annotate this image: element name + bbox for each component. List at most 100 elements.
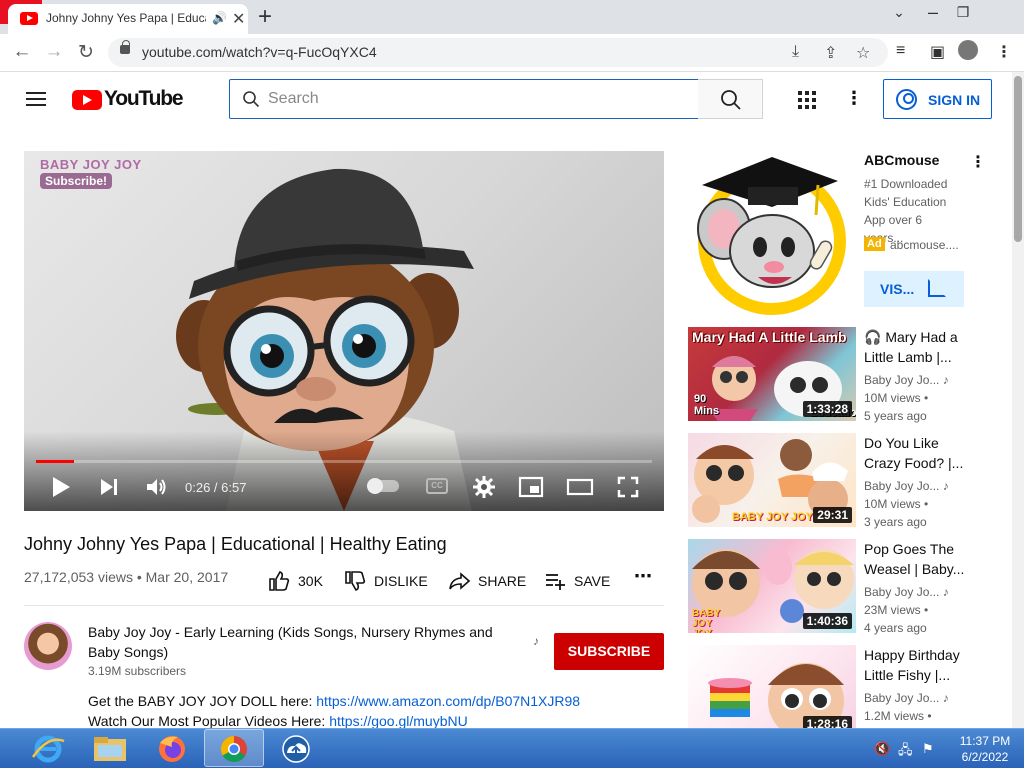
video-player[interactable]: BABY JOY JOY Subscribe! 0:26 / 6:57 CC (24, 151, 664, 511)
action-center-flag-icon[interactable]: ⚑ (922, 741, 934, 757)
recommendation-views: 23M views • (864, 603, 929, 617)
divider (24, 605, 664, 606)
lock-icon (120, 40, 130, 54)
subscribe-button[interactable]: SUBSCRIBE (554, 633, 664, 670)
video-progress-bar[interactable] (36, 460, 652, 463)
media-control-icon[interactable]: ≡ (896, 42, 905, 60)
address-bar[interactable]: youtube.com/watch?v=q-FucOqYXC4 ⤓ ⇪ ☆ (108, 38, 888, 67)
theater-mode-icon[interactable] (566, 475, 594, 499)
channel-text: Baby Joy Jo... (864, 373, 940, 387)
autoplay-toggle[interactable] (367, 478, 399, 494)
scrollbar-thumb[interactable] (1014, 76, 1022, 242)
fullscreen-icon[interactable] (616, 475, 640, 499)
recommendation-thumbnail[interactable]: BABY JOY JOY 29:31 (688, 433, 856, 527)
internet-explorer-icon[interactable] (28, 733, 68, 765)
channel-name[interactable]: Baby Joy Joy - Early Learning (Kids Song… (88, 622, 528, 662)
sign-in-button[interactable]: SIGN IN (883, 79, 992, 119)
controls-gradient (24, 431, 664, 511)
clock-date: 6/2/2022 (961, 750, 1009, 764)
thumbnail-caption: Mary Had A Little Lamb (692, 329, 847, 345)
channel-text: Baby Joy Jo... (864, 585, 940, 599)
recommendation-title[interactable]: Do You Like Crazy Food? |... (864, 433, 968, 473)
back-button[interactable]: ← (10, 41, 34, 63)
reload-button[interactable]: ↻ (74, 41, 98, 64)
recommendation-thumbnail[interactable]: Mary Had A Little Lamb 90 Mins Education… (688, 327, 856, 421)
ad-title[interactable]: ABCmouse (864, 152, 939, 168)
close-tab-icon[interactable]: ✕ (232, 9, 245, 29)
settings-more-icon[interactable]: ⋮ (845, 88, 863, 109)
more-actions-icon[interactable]: ⋯ (634, 566, 652, 587)
recommendation-title[interactable]: Pop Goes The Weasel | Baby... (864, 539, 968, 579)
guide-menu-icon[interactable] (26, 92, 46, 106)
browser-tab[interactable]: Johny Johny Yes Papa | Educational 🔊 ✕ (8, 4, 248, 34)
visit-site-button[interactable]: VIS... (864, 271, 964, 307)
settings-gear-icon[interactable] (472, 475, 496, 499)
abcmouse-mascot-image (697, 157, 846, 315)
firefox-icon[interactable] (152, 733, 192, 765)
network-app-icon[interactable] (276, 733, 316, 765)
browser-tab-strip: Johny Johny Yes Papa | Educational 🔊 ✕ +… (0, 0, 1024, 34)
youtube-logo-text[interactable]: YouTube (104, 87, 184, 111)
recommendation-title[interactable]: Happy Birthday Little Fishy |... (864, 645, 968, 685)
search-input[interactable] (268, 87, 688, 111)
profile-avatar-icon[interactable] (958, 40, 978, 60)
volume-icon[interactable] (144, 475, 168, 499)
recommendation-channel[interactable]: Baby Joy Jo... ♪ (864, 691, 949, 705)
minimize-button[interactable]: – (918, 2, 948, 23)
save-button[interactable]: SAVE (544, 570, 610, 592)
music-note-icon: ♪ (533, 634, 539, 648)
thumbs-up-icon (269, 571, 290, 591)
recommendation-thumbnail[interactable]: 1:28:16 (688, 645, 856, 728)
description-text: Get the BABY JOY JOY DOLL here: (88, 693, 317, 709)
browser-menu-icon[interactable]: ⋮ (996, 42, 1012, 62)
file-explorer-icon[interactable] (90, 733, 130, 765)
thumbnail-caption: BABY JOY JOY (732, 511, 813, 523)
forward-button[interactable]: → (42, 41, 66, 63)
recommendation-thumbnail[interactable]: BABY JOY JOY 1:40:36 (688, 539, 856, 633)
thumbnail-caption: BABY JOY JOY (692, 608, 721, 634)
recommendation-title[interactable]: 🎧 Mary Had a Little Lamb |... (864, 327, 968, 367)
recommendation-age: 3 years ago (864, 515, 927, 529)
dislike-button[interactable]: DISLIKE (344, 570, 428, 592)
account-icon (896, 89, 917, 110)
channel-watermark[interactable]: BABY JOY JOY Subscribe! (40, 157, 142, 190)
next-video-icon[interactable] (98, 475, 120, 499)
video-duration: 1:40:36 (802, 613, 852, 629)
chrome-icon[interactable] (214, 733, 254, 765)
ad-thumbnail[interactable] (688, 151, 856, 319)
install-app-icon[interactable]: ⤓ (792, 43, 799, 61)
network-icon[interactable]: 🖧 (898, 741, 913, 763)
bookmark-star-icon[interactable]: ☆ (856, 43, 870, 63)
volume-muted-icon[interactable]: 🔇 (874, 741, 890, 757)
ad-more-icon[interactable]: ⋮ (970, 152, 986, 172)
tab-search-chevron-icon[interactable]: ⌄ (884, 4, 914, 21)
youtube-logo-icon[interactable] (72, 90, 102, 110)
description-link[interactable]: https://www.amazon.com/dp/B07N1XJR98 (316, 693, 580, 709)
watermark-subscribe: Subscribe! (40, 173, 113, 189)
recommendation-age: 5 years ago (864, 409, 927, 423)
new-tab-button[interactable]: + (258, 3, 272, 31)
share-page-icon[interactable]: ⇪ (824, 43, 837, 63)
side-panel-icon[interactable]: ▣ (930, 42, 945, 62)
channel-avatar[interactable] (24, 622, 72, 670)
clock-time: 11:37 PM (959, 734, 1011, 748)
apps-grid-icon[interactable] (797, 90, 817, 110)
subtitles-cc-icon[interactable]: CC (426, 478, 448, 494)
recommendation-channel[interactable]: Baby Joy Jo... ♪ (864, 373, 949, 387)
youtube-favicon-icon (20, 12, 38, 25)
share-button[interactable]: SHARE (448, 570, 526, 592)
recommendation-channel[interactable]: Baby Joy Jo... ♪ (864, 479, 949, 493)
restore-button[interactable]: ❐ (948, 4, 978, 21)
search-button[interactable] (698, 79, 763, 119)
taskbar-clock[interactable]: 11:37 PM 6/2/2022 (950, 733, 1020, 765)
description-link[interactable]: https://goo.gl/muybNU (329, 713, 468, 729)
miniplayer-icon[interactable] (518, 475, 544, 499)
search-box[interactable] (229, 79, 699, 119)
recommendation-channel[interactable]: Baby Joy Jo... ♪ (864, 585, 949, 599)
description-line: Get the BABY JOY JOY DOLL here: https://… (88, 693, 580, 709)
music-note-icon: ♪ (942, 585, 949, 599)
watermark-brand: BABY JOY JOY (40, 157, 142, 172)
like-button[interactable]: 30K (268, 570, 323, 592)
speaker-icon[interactable]: 🔊 (212, 11, 227, 25)
play-icon[interactable] (50, 475, 72, 499)
